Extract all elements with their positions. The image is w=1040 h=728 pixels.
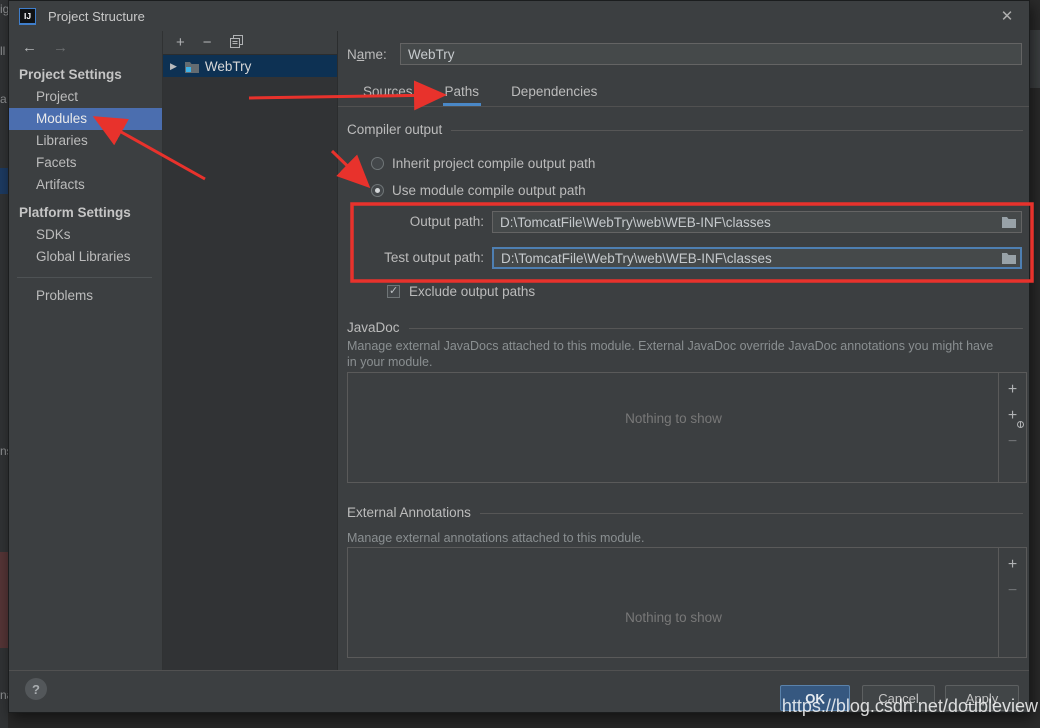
ok-button[interactable]: OK [780, 685, 850, 711]
intellij-logo-icon: IJ [19, 8, 36, 25]
module-tree-row-webtry[interactable]: WebTry [163, 55, 337, 77]
modules-tree-panel: WebTry [162, 31, 337, 670]
test-output-path-label: Test output path: [338, 250, 484, 265]
javadoc-description: Manage external JavaDocs attached to thi… [347, 339, 1005, 370]
project-structure-dialog: IJ Project Structure Project Settings Pr… [8, 0, 1030, 713]
dialog-body: Project Settings Project Modules Librari… [9, 31, 1029, 670]
compiler-output-section-header: Compiler output [347, 122, 1023, 137]
radio-icon[interactable] [371, 157, 384, 170]
background-text-fragment: ns [0, 444, 8, 458]
remove-module-icon[interactable] [203, 35, 212, 50]
background-ide-right-strip [1030, 0, 1040, 728]
use-module-output-radio[interactable]: Use module compile output path [371, 183, 586, 198]
tab-sources[interactable]: Sources [361, 83, 415, 106]
remove-annotation-root-icon[interactable] [999, 578, 1026, 604]
background-ide-bottom-strip [8, 713, 1030, 728]
help-button[interactable]: ? [25, 678, 47, 700]
add-annotation-root-icon[interactable] [999, 552, 1026, 578]
expand-triangle-icon[interactable] [170, 61, 177, 72]
copy-module-icon[interactable] [230, 35, 243, 51]
javadoc-list[interactable]: Nothing to show [347, 372, 1027, 483]
output-path-field [492, 211, 1022, 233]
settings-sidebar: Project Settings Project Modules Librari… [9, 31, 162, 670]
history-nav [9, 36, 162, 58]
dialog-title: Project Structure [48, 9, 145, 24]
external-annotations-description: Manage external annotations attached to … [347, 531, 1005, 547]
background-text-fragment: a [0, 92, 8, 106]
inherit-output-radio[interactable]: Inherit project compile output path [371, 156, 595, 171]
radio-selected-icon[interactable] [371, 184, 384, 197]
sidebar-item-global-libraries[interactable]: Global Libraries [9, 246, 162, 268]
javadoc-section-header: JavaDoc [347, 320, 1023, 335]
background-editor-selection [0, 168, 8, 194]
section-rule [409, 328, 1023, 329]
background-ide-left-strip: ig ll a ns na [0, 0, 8, 728]
close-icon[interactable] [997, 6, 1017, 26]
name-label: Name: [347, 47, 387, 62]
checkbox-checked-icon[interactable] [387, 285, 400, 298]
project-settings-header: Project Settings [9, 64, 162, 86]
section-rule [451, 130, 1023, 131]
external-annotations-section-header: External Annotations [347, 505, 1023, 520]
dialog-footer: ? OK Cancel Apply [9, 670, 1029, 712]
javadoc-empty-text: Nothing to show [348, 411, 999, 426]
background-right-panel-edge [1030, 30, 1040, 88]
javadoc-list-toolbar [998, 373, 1026, 482]
back-arrow-icon[interactable] [22, 39, 37, 56]
section-rule [480, 513, 1023, 514]
add-javadoc-icon[interactable] [999, 377, 1026, 403]
browse-folder-icon[interactable] [1001, 215, 1017, 229]
module-name: WebTry [205, 59, 252, 74]
background-text-fragment: ll [0, 44, 8, 58]
add-javadoc-url-icon[interactable] [999, 403, 1026, 429]
sidebar-item-facets[interactable]: Facets [9, 152, 162, 174]
background-image-tint [0, 552, 8, 648]
sidebar-item-modules[interactable]: Modules [9, 108, 162, 130]
remove-javadoc-icon[interactable] [999, 429, 1026, 455]
add-module-icon[interactable] [176, 35, 185, 50]
module-tabs: Sources Paths Dependencies [338, 81, 1029, 107]
output-path-label: Output path: [338, 214, 484, 229]
tab-dependencies[interactable]: Dependencies [509, 83, 599, 106]
forward-arrow-icon[interactable] [53, 39, 68, 56]
module-name-input[interactable] [400, 43, 1022, 65]
sidebar-item-libraries[interactable]: Libraries [9, 130, 162, 152]
external-annotations-empty-text: Nothing to show [348, 610, 999, 625]
cancel-button[interactable]: Cancel [862, 685, 935, 711]
sidebar-item-artifacts[interactable]: Artifacts [9, 174, 162, 196]
browse-folder-icon[interactable] [1001, 251, 1017, 265]
tab-paths[interactable]: Paths [443, 83, 482, 106]
apply-button[interactable]: Apply [945, 685, 1019, 711]
dialog-titlebar[interactable]: IJ Project Structure [9, 1, 1029, 31]
external-annotations-list[interactable]: Nothing to show [347, 547, 1027, 658]
exclude-output-paths-checkbox[interactable]: Exclude output paths [387, 284, 535, 299]
globe-icon [1017, 421, 1024, 428]
module-folder-icon [184, 60, 200, 73]
test-output-path-input[interactable] [492, 247, 1022, 269]
sidebar-item-sdks[interactable]: SDKs [9, 224, 162, 246]
modules-tree: WebTry [163, 54, 337, 670]
test-output-path-field [492, 247, 1022, 269]
sidebar-divider [17, 277, 152, 278]
sidebar-item-project[interactable]: Project [9, 86, 162, 108]
output-path-input[interactable] [492, 211, 1022, 233]
sidebar-item-problems[interactable]: Problems [9, 285, 162, 307]
modules-toolbar [163, 31, 337, 54]
module-config-panel: Name: Sources Paths Dependencies Compile… [337, 31, 1029, 670]
background-text-fragment: na [0, 688, 8, 702]
external-annotations-list-toolbar [998, 548, 1026, 657]
background-text-fragment: ig [0, 2, 8, 16]
platform-settings-header: Platform Settings [9, 202, 162, 224]
